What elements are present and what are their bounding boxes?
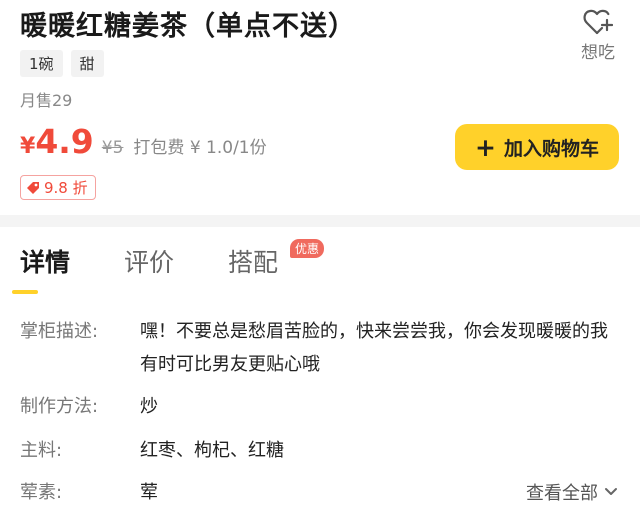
currency-symbol: ¥ — [20, 134, 36, 159]
tab-combos[interactable]: 搭配 — [228, 243, 278, 279]
see-all-link[interactable]: 查看全部 — [526, 479, 618, 505]
tab-details[interactable]: 详情 — [20, 243, 70, 279]
detail-key: 主料: — [20, 440, 63, 461]
discount-badge: 9.8 折 — [20, 175, 96, 200]
tab-bar: 详情 评价 搭配 — [20, 243, 332, 279]
product-title: 暖暖红糖姜茶（单点不送） — [20, 11, 356, 42]
section-divider — [0, 215, 640, 227]
detail-key: 制作方法: — [20, 396, 99, 417]
packing-fee: 打包费 ¥ 1.0/1份 — [133, 138, 267, 158]
monthly-sales: 月售29 — [20, 91, 73, 110]
detail-key: 掌柜描述: — [20, 321, 99, 342]
price-tag-icon — [27, 181, 39, 194]
plus-icon: + — [475, 132, 496, 162]
tag-portion: 1碗 — [20, 50, 63, 77]
original-price: ¥5 — [101, 138, 124, 158]
promo-badge: 优惠 — [290, 239, 325, 258]
price-row: ¥ 4.9 ¥5 打包费 ¥ 1.0/1份 — [20, 122, 267, 161]
heart-plus-icon — [583, 9, 613, 35]
tag-flavor: 甜 — [70, 50, 104, 77]
detail-value: 嘿！不要总是愁眉苦脸的，快来尝尝我，你会发现暖暖的我有时可比男友更贴心哦 — [140, 321, 608, 375]
detail-key: 荤素: — [20, 482, 63, 503]
add-to-cart-button[interactable]: + 加入购物车 — [455, 124, 619, 170]
favorite-label: 想吃 — [581, 43, 615, 63]
detail-value: 红枣、枸杞、红糖 — [140, 440, 284, 461]
chevron-down-icon — [605, 488, 617, 495]
detail-value: 炒 — [140, 396, 158, 417]
discount-label: 9.8 折 — [44, 179, 88, 197]
current-price: 4.9 — [35, 122, 94, 161]
active-tab-indicator — [12, 290, 38, 294]
tag-list: 1碗 甜 — [20, 50, 104, 77]
tab-reviews[interactable]: 评价 — [124, 243, 174, 279]
add-to-cart-label: 加入购物车 — [503, 137, 599, 160]
see-all-label: 查看全部 — [526, 483, 598, 504]
favorite-button[interactable]: 想吃 — [576, 8, 620, 63]
